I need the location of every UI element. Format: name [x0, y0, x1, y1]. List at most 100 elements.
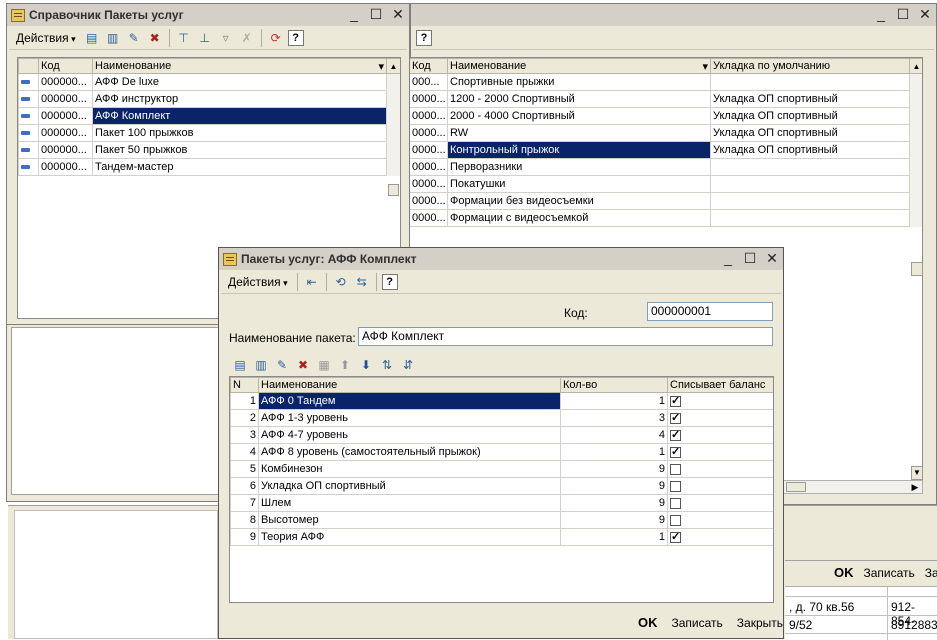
- end-edit-icon[interactable]: ▦: [315, 356, 333, 374]
- default-pack-cell[interactable]: Укладка ОП спортивный: [710, 90, 910, 108]
- name-cell[interactable]: RW: [447, 124, 711, 142]
- package-name-field[interactable]: АФФ Комплект: [358, 327, 773, 346]
- qty-cell[interactable]: 9: [560, 511, 668, 529]
- scroll-up-arrow[interactable]: ▲: [909, 58, 922, 74]
- scroll-up-arrow[interactable]: ▲: [386, 58, 400, 74]
- table-row[interactable]: 5 Комбинезон 9: [230, 460, 773, 478]
- deduct-cell[interactable]: [667, 528, 773, 546]
- column-header-code[interactable]: Код: [409, 58, 448, 74]
- qty-cell[interactable]: 4: [560, 426, 668, 444]
- name-cell[interactable]: Перворазники: [447, 158, 711, 176]
- name-cell[interactable]: АФФ 0 Тандем: [258, 392, 561, 410]
- table-row[interactable]: 4 АФФ 8 уровень (самостоятельный прыжок) 1: [230, 443, 773, 461]
- deduct-cell[interactable]: [667, 511, 773, 529]
- column-header-name[interactable]: Наименование ▾: [447, 58, 711, 74]
- list-window-vscroll-thumb[interactable]: [388, 184, 399, 196]
- deduct-cell[interactable]: [667, 460, 773, 478]
- copy-row-icon[interactable]: ▥: [252, 356, 270, 374]
- default-pack-cell[interactable]: Укладка ОП спортивный: [710, 141, 910, 159]
- column-header-code[interactable]: Код: [38, 58, 93, 74]
- go-back-icon[interactable]: ⇤: [303, 273, 321, 291]
- code-cell[interactable]: 0000...: [409, 107, 448, 125]
- code-cell[interactable]: 000000...: [38, 73, 93, 91]
- deduct-cell[interactable]: [667, 392, 773, 410]
- name-cell[interactable]: Пакет 50 прыжков: [92, 141, 387, 159]
- minimize-button[interactable]: _: [347, 6, 361, 23]
- code-cell[interactable]: 000000...: [38, 158, 93, 176]
- name-cell[interactable]: Теория АФФ: [258, 528, 561, 546]
- filter-icon[interactable]: ⊤: [175, 29, 193, 47]
- deduct-checkbox[interactable]: [670, 463, 681, 475]
- table-row[interactable]: 3 АФФ 4-7 уровень 4: [230, 426, 773, 444]
- close-button[interactable]: ✕: [765, 250, 779, 267]
- table-row[interactable]: 8 Высотомер 9: [230, 511, 773, 529]
- close-dialog-button[interactable]: Закрыть: [737, 616, 783, 630]
- deduct-cell[interactable]: [667, 494, 773, 512]
- code-cell[interactable]: 0000...: [409, 209, 448, 227]
- name-cell[interactable]: Покатушки: [447, 175, 711, 193]
- clear-filter-icon[interactable]: ✗: [238, 29, 256, 47]
- deduct-cell[interactable]: [667, 477, 773, 495]
- name-cell[interactable]: АФФ Комплект: [92, 107, 387, 125]
- default-pack-cell[interactable]: [710, 192, 910, 210]
- filter-dropdown-icon[interactable]: ▿: [217, 29, 235, 47]
- code-cell[interactable]: 0000...: [409, 158, 448, 176]
- code-cell[interactable]: 0000...: [409, 192, 448, 210]
- edit-icon[interactable]: ✎: [125, 29, 143, 47]
- name-cell[interactable]: Формации без видеосъемки: [447, 192, 711, 210]
- code-cell[interactable]: 000000...: [38, 124, 93, 142]
- back-window-scroll-down[interactable]: ▼: [911, 466, 923, 480]
- code-cell[interactable]: 000...: [409, 73, 448, 91]
- table-row[interactable]: 0000... Формации с видеосъемкой: [409, 209, 922, 227]
- code-cell[interactable]: 0000...: [409, 175, 448, 193]
- maximize-button[interactable]: ☐: [369, 6, 383, 23]
- deduct-checkbox[interactable]: [670, 480, 681, 492]
- deduct-checkbox[interactable]: [670, 497, 681, 509]
- qty-cell[interactable]: 9: [560, 460, 668, 478]
- deduct-cell[interactable]: [667, 426, 773, 444]
- name-cell[interactable]: АФФ De luxe: [92, 73, 387, 91]
- filter-list-icon[interactable]: ⊥: [196, 29, 214, 47]
- deduct-checkbox[interactable]: [670, 514, 681, 526]
- name-cell[interactable]: АФФ инструктор: [92, 90, 387, 108]
- structure-icon[interactable]: ⇆: [353, 273, 371, 291]
- back-close-button[interactable]: За: [925, 566, 937, 580]
- back-save-button[interactable]: Записать: [864, 566, 915, 580]
- back-ok-button[interactable]: OK: [834, 565, 854, 580]
- name-cell[interactable]: АФФ 8 уровень (самостоятельный прыжок): [258, 443, 561, 461]
- deduct-checkbox[interactable]: [670, 428, 681, 441]
- move-down-icon[interactable]: ⬇: [357, 356, 375, 374]
- default-pack-cell[interactable]: [710, 158, 910, 176]
- default-pack-cell[interactable]: Укладка ОП спортивный: [710, 107, 910, 125]
- name-cell[interactable]: АФФ 1-3 уровень: [258, 409, 561, 427]
- table-row[interactable]: 1 АФФ 0 Тандем 1: [230, 392, 773, 410]
- table-row[interactable]: 0000... Перворазники: [409, 158, 922, 176]
- table-row[interactable]: 9 Теория АФФ 1: [230, 528, 773, 546]
- column-header-qty[interactable]: Кол-во: [560, 377, 668, 393]
- minimize-button[interactable]: _: [721, 250, 735, 267]
- list-item[interactable]: 000000... Тандем-мастер: [18, 158, 400, 176]
- column-header-default-pack[interactable]: Укладка по умолчанию: [710, 58, 910, 74]
- default-pack-cell[interactable]: [710, 175, 910, 193]
- name-cell[interactable]: Тандем-мастер: [92, 158, 387, 176]
- name-cell[interactable]: 1200 - 2000 Спортивный: [447, 90, 711, 108]
- edit-row-icon[interactable]: ✎: [273, 356, 291, 374]
- close-button[interactable]: ✕: [918, 6, 932, 23]
- sort-descending-icon[interactable]: ⇵: [399, 356, 417, 374]
- code-field[interactable]: 000000001: [647, 302, 773, 321]
- name-cell[interactable]: Комбинезон: [258, 460, 561, 478]
- hscroll-thumb[interactable]: [786, 482, 806, 492]
- table-row[interactable]: 0000... Покатушки: [409, 175, 922, 193]
- table-row[interactable]: 0000... 2000 - 4000 Спортивный Укладка ОП …: [409, 107, 922, 125]
- add-copy-icon[interactable]: ▥: [104, 29, 122, 47]
- name-cell[interactable]: Контрольный прыжок: [447, 141, 711, 159]
- default-pack-cell[interactable]: [710, 209, 910, 227]
- list-item[interactable]: 000000... АФФ инструктор: [18, 90, 400, 108]
- help-icon[interactable]: ?: [287, 29, 304, 46]
- back-window-hscroll[interactable]: ▶: [783, 480, 923, 494]
- move-up-icon[interactable]: ⬆: [336, 356, 354, 374]
- table-row[interactable]: 0000... Контрольный прыжок Укладка ОП спор…: [409, 141, 922, 159]
- qty-cell[interactable]: 1: [560, 528, 668, 546]
- name-cell[interactable]: Пакет 100 прыжков: [92, 124, 387, 142]
- deduct-cell[interactable]: [667, 443, 773, 461]
